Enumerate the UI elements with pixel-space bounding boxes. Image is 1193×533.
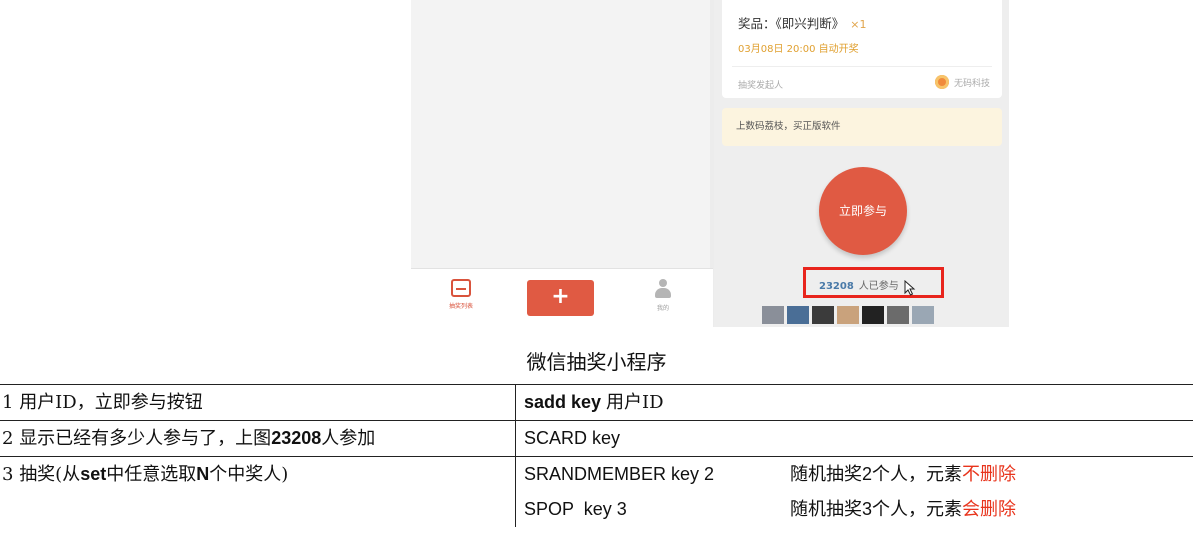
- avatar: [912, 306, 934, 324]
- table-cell-desc: 3 抽奖(从set中任意选取N个中奖人): [0, 456, 516, 527]
- notice-banner: 上数码荔枝，买正版软件: [722, 108, 1002, 146]
- prize-card: 奖品：《即兴判断》 ×1 03月08日 20:00 自动开奖 抽奖发起人 无码科技: [722, 0, 1002, 98]
- participant-avatars: [762, 306, 934, 324]
- add-button[interactable]: +: [527, 280, 594, 316]
- table-cell-desc: 2 显示已经有多少人参与了，上图23208人参加: [0, 420, 516, 457]
- mouse-cursor-icon: [904, 280, 916, 296]
- cmd-suffix: 用户ID: [606, 392, 664, 413]
- table-cell-cmd: sadd key 用户ID: [515, 384, 1193, 421]
- warning-text: 不删除: [962, 464, 1017, 485]
- tab-me-label: 我的: [656, 305, 669, 312]
- row-desc-n: N: [196, 464, 210, 484]
- table-cell-cmd: SCARD key: [515, 420, 1193, 457]
- row-desc: 抽奖(从: [19, 464, 81, 485]
- participant-count-number: 23208: [819, 281, 854, 292]
- cmd-text: SRANDMEMBER key 2: [524, 464, 715, 484]
- participant-count: 23208 人已参与: [819, 277, 899, 292]
- prize-text: 奖品：《即兴判断》: [738, 16, 845, 31]
- row-desc-set: set: [80, 464, 107, 484]
- sponsor[interactable]: 无码科技: [934, 75, 990, 89]
- prize-line: 奖品：《即兴判断》 ×1: [738, 13, 866, 32]
- right-screen: 奖品：《即兴判断》 ×1 03月08日 20:00 自动开奖 抽奖发起人 无码科技…: [714, 0, 1009, 327]
- sponsor-logo-icon: [934, 75, 949, 89]
- avatar: [887, 306, 909, 324]
- row-number: 1: [2, 392, 14, 413]
- avatar: [837, 306, 859, 324]
- cmd-desc: 随机抽奖3个人，元素会删除: [790, 499, 1017, 520]
- avatar: [762, 306, 784, 324]
- cmd-text: SPOP key 3: [524, 499, 627, 519]
- figure-caption: 微信抽奖小程序: [526, 350, 667, 374]
- avatar: [862, 306, 884, 324]
- row-desc-number: 23208: [271, 428, 322, 448]
- redis-command-table: 1 用户ID，立即参与按钮 sadd key 用户ID 2 显示已经有多少人参与…: [0, 384, 1193, 527]
- list-icon: [451, 279, 471, 297]
- tab-lottery-list[interactable]: 抽奖列表: [441, 279, 481, 310]
- participant-count-suffix: 人已参与: [858, 281, 899, 292]
- cmd-line-srandmember: SRANDMEMBER key 2 随机抽奖2个人，元素不删除: [524, 457, 1193, 492]
- row-desc-mid: 中任意选取: [106, 464, 197, 485]
- cmd-text: SCARD key: [524, 428, 621, 448]
- participant-count-highlight: 23208 人已参与: [803, 267, 944, 298]
- avatar: [787, 306, 809, 324]
- table-row: 1 用户ID，立即参与按钮 sadd key 用户ID: [0, 384, 1193, 421]
- cmd-text: sadd key: [524, 392, 607, 412]
- tab-me[interactable]: 我的: [643, 279, 683, 312]
- join-now-button[interactable]: 立即参与: [819, 167, 907, 255]
- bottom-nav: 抽奖列表 + 我的: [411, 268, 713, 327]
- person-icon: [654, 279, 672, 299]
- table-row: 2 显示已经有多少人参与了，上图23208人参加 SCARD key: [0, 420, 1193, 457]
- table-row: 3 抽奖(从set中任意选取N个中奖人) SRANDMEMBER key 2 随…: [0, 456, 1193, 527]
- row-desc-tail: 人参加: [321, 428, 376, 449]
- table-cell-desc: 1 用户ID，立即参与按钮: [0, 384, 516, 421]
- warning-text: 会删除: [962, 499, 1017, 520]
- left-screen: [411, 0, 710, 268]
- draw-time: 03月08日 20:00 自动开奖: [738, 44, 859, 55]
- cmd-line-spop: SPOP key 3 随机抽奖3个人，元素会删除: [524, 492, 1193, 527]
- tab-lottery-list-label: 抽奖列表: [448, 303, 473, 310]
- cmd-desc: 随机抽奖2个人，元素不删除: [790, 464, 1017, 485]
- row-number: 3: [2, 464, 14, 485]
- table-cell-cmd: SRANDMEMBER key 2 随机抽奖2个人，元素不删除 SPOP key…: [515, 456, 1193, 527]
- initiator-label: 抽奖发起人: [738, 81, 784, 91]
- row-desc-tail: 个中奖人): [209, 464, 289, 485]
- prize-qty: ×1: [850, 18, 867, 31]
- sponsor-name: 无码科技: [953, 78, 990, 89]
- row-desc: 用户ID，立即参与按钮: [19, 392, 203, 413]
- row-desc: 显示已经有多少人参与了，上图: [19, 428, 272, 449]
- avatar: [812, 306, 834, 324]
- divider: [732, 66, 992, 67]
- lottery-screenshot: 抽奖列表 + 我的 奖品：《即兴判断》 ×1 03月08日 20:00 自动开奖 …: [411, 0, 1009, 327]
- row-number: 2: [2, 428, 14, 449]
